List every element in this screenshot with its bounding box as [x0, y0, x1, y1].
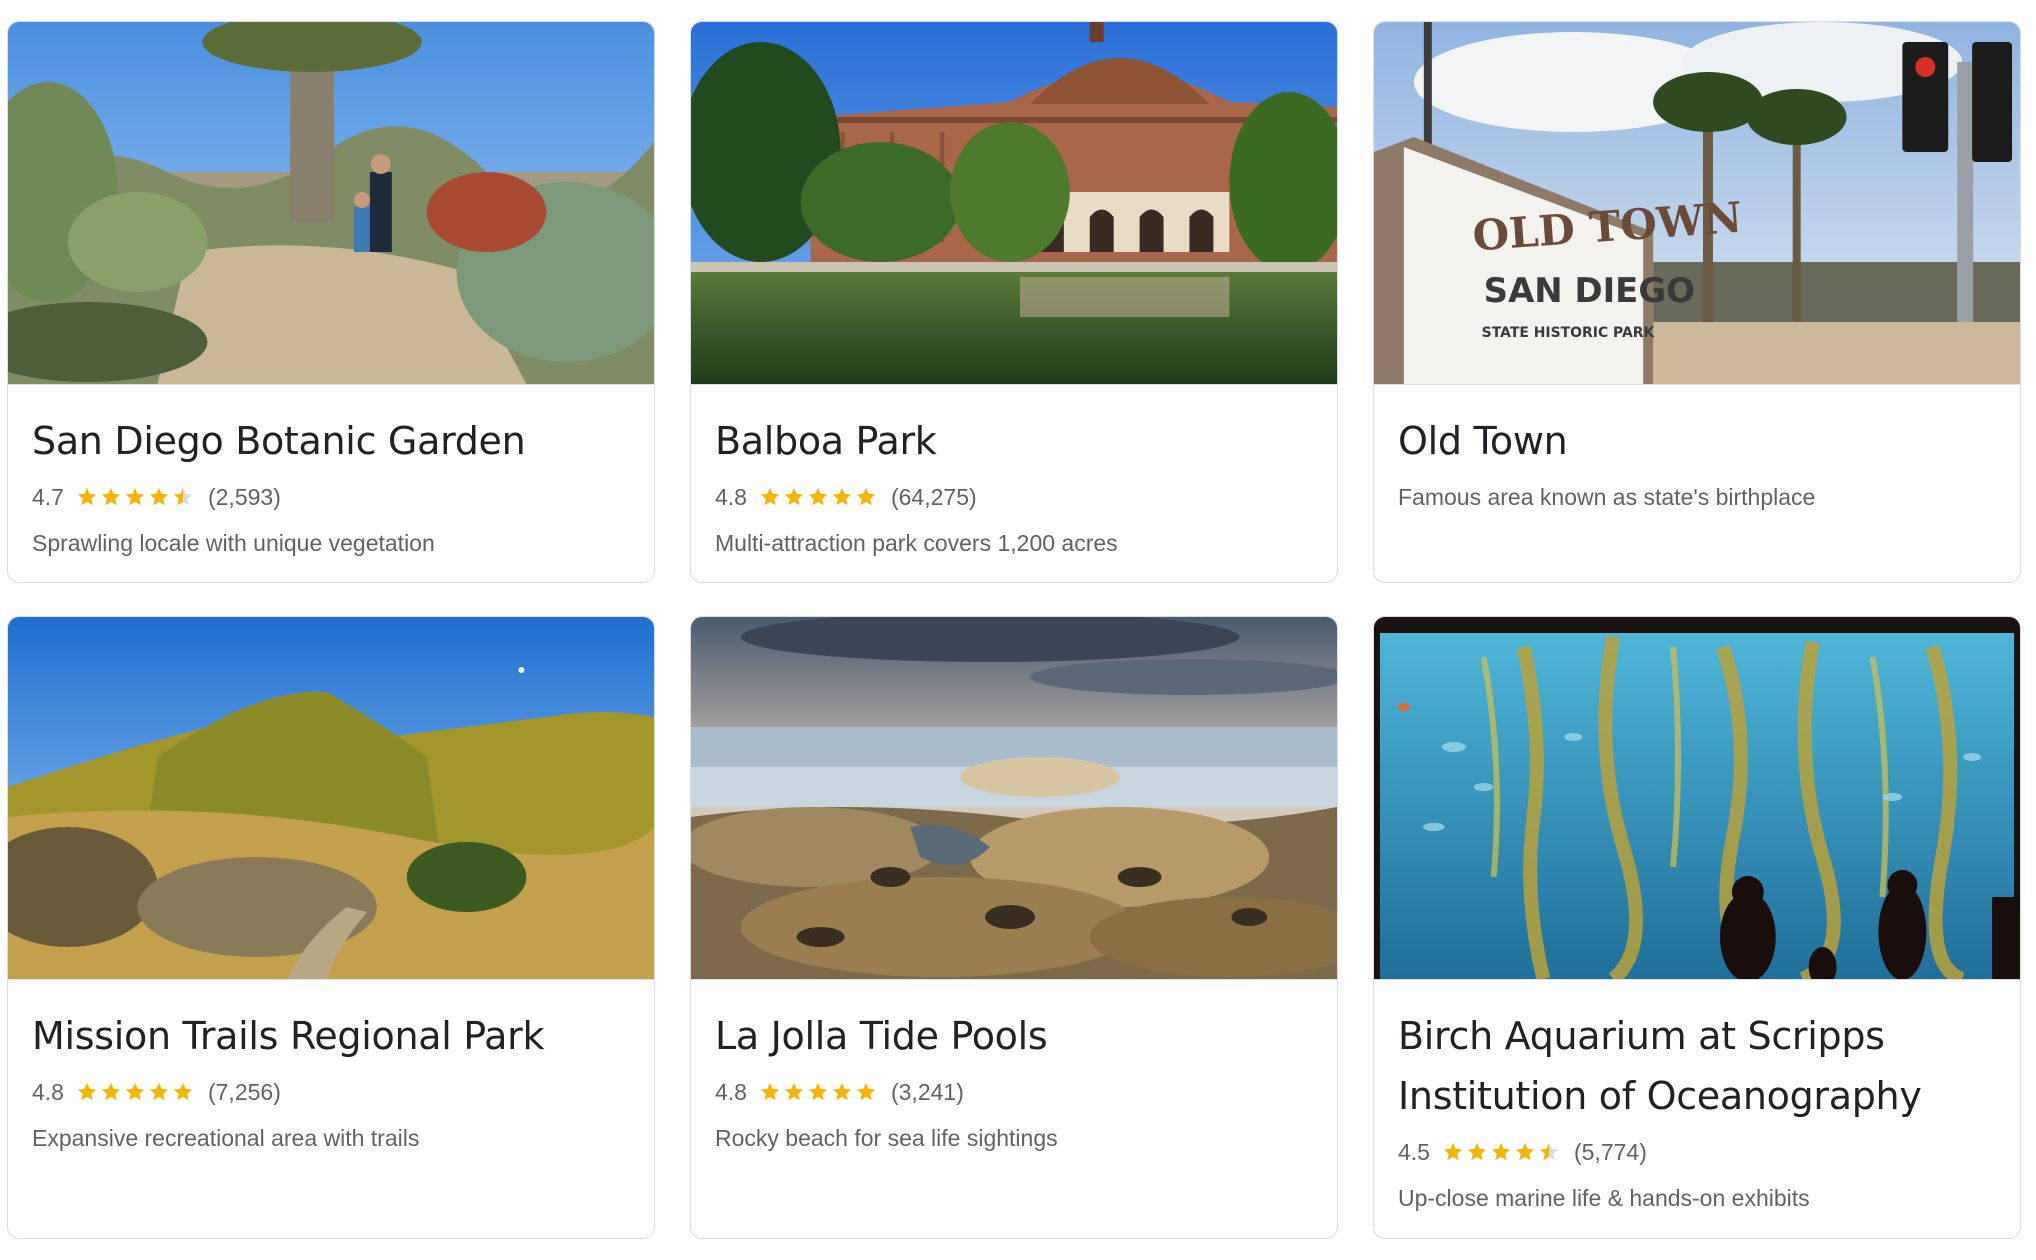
rating-row: 4.8 (3,241) [715, 1076, 1313, 1108]
attraction-card[interactable]: La Jolla Tide Pools 4.8 (3,241) Rocky be… [690, 616, 1338, 1239]
place-title[interactable]: Mission Trails Regional Park [32, 1006, 630, 1066]
star-icon [783, 1081, 805, 1103]
star-rating [759, 1081, 879, 1103]
star-icon [1466, 1141, 1488, 1163]
star-rating [76, 1081, 196, 1103]
star-rating [1442, 1141, 1562, 1163]
star-icon [855, 486, 877, 508]
tide-pools-photo [691, 617, 1337, 980]
rating-row: 4.8 (64,275) [715, 481, 1313, 513]
star-icon [76, 486, 98, 508]
place-description: Multi-attraction park covers 1,200 acres [715, 530, 1118, 556]
star-icon [1490, 1141, 1512, 1163]
star-icon [172, 1081, 194, 1103]
review-count[interactable]: (2,593) [208, 484, 281, 511]
attraction-card[interactable]: Balboa Park 4.8 (64,275) Multi-attractio… [690, 21, 1338, 583]
attraction-card[interactable]: San Diego Botanic Garden 4.7 (2,593) Spr… [7, 21, 655, 583]
star-icon [759, 1081, 781, 1103]
review-count[interactable]: (64,275) [891, 484, 977, 511]
star-icon [855, 1081, 877, 1103]
rating-row: 4.7 (2,593) [32, 481, 630, 513]
star-icon [831, 1081, 853, 1103]
star-icon [783, 486, 805, 508]
attraction-card[interactable]: Birch Aquarium at Scripps Institution of… [1373, 616, 2021, 1239]
star-icon [100, 1081, 122, 1103]
place-description: Rocky beach for sea life sightings [715, 1125, 1058, 1151]
star-icon [759, 486, 781, 508]
place-description: Sprawling locale with unique vegetation [32, 530, 435, 556]
review-count[interactable]: (5,774) [1574, 1139, 1647, 1166]
review-count[interactable]: (3,241) [891, 1079, 964, 1106]
sign-line-2: SAN DIEGO [1484, 271, 1695, 311]
rating-value: 4.8 [715, 1078, 747, 1105]
place-title[interactable]: Birch Aquarium at Scripps Institution of… [1398, 1006, 1996, 1126]
place-description: Expansive recreational area with trails [32, 1125, 420, 1151]
rating-row: 4.5 (5,774) [1398, 1136, 1996, 1168]
balboa-park-photo [691, 22, 1337, 385]
aquarium-photo [1374, 617, 2020, 980]
attraction-card[interactable]: Mission Trails Regional Park 4.8 (7,256)… [7, 616, 655, 1239]
star-icon [100, 486, 122, 508]
old-town-photo: OLD TOWN SAN DIEGO STATE HISTORIC PARK [1374, 22, 2020, 385]
star-rating [759, 486, 879, 508]
place-description: Up-close marine life & hands-on exhibits [1398, 1185, 1810, 1211]
place-description: Famous area known as state's birthplace [1398, 484, 1816, 510]
sign-line-3: STATE HISTORIC PARK [1482, 325, 1656, 341]
star-icon [807, 1081, 829, 1103]
rating-row: 4.8 (7,256) [32, 1076, 630, 1108]
place-title[interactable]: La Jolla Tide Pools [715, 1006, 1313, 1066]
star-icon [148, 1081, 170, 1103]
rating-value: 4.5 [1398, 1138, 1430, 1165]
star-icon [1538, 1141, 1560, 1163]
rating-value: 4.7 [32, 483, 64, 510]
place-title[interactable]: Balboa Park [715, 411, 1313, 471]
place-title[interactable]: Old Town [1398, 411, 1996, 471]
star-icon [124, 1081, 146, 1103]
star-icon [172, 486, 194, 508]
place-title[interactable]: San Diego Botanic Garden [32, 411, 630, 471]
star-rating [76, 486, 196, 508]
star-icon [148, 486, 170, 508]
attractions-grid: San Diego Botanic Garden 4.7 (2,593) Spr… [0, 0, 2036, 1260]
attraction-card[interactable]: OLD TOWN SAN DIEGO STATE HISTORIC PARK O… [1373, 21, 2021, 583]
mission-trails-photo [8, 617, 654, 980]
star-icon [1442, 1141, 1464, 1163]
star-icon [831, 486, 853, 508]
star-icon [1514, 1141, 1536, 1163]
rating-value: 4.8 [715, 483, 747, 510]
rating-value: 4.8 [32, 1078, 64, 1105]
review-count[interactable]: (7,256) [208, 1079, 281, 1106]
botanic-garden-photo [8, 22, 654, 385]
star-icon [124, 486, 146, 508]
star-icon [807, 486, 829, 508]
star-icon [76, 1081, 98, 1103]
